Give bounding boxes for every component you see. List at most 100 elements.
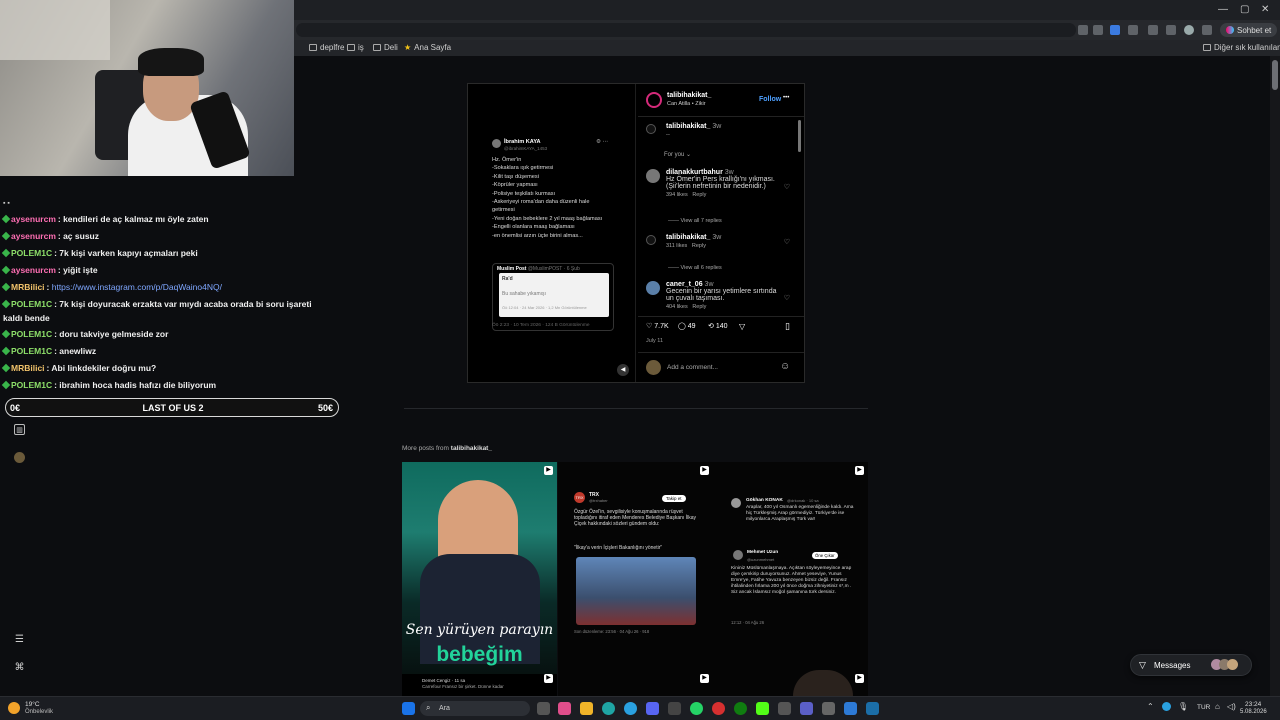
post-media[interactable]: İbrahim KAYA @ibrahimKAYA_1453 ⚙ ⋯ Hz. Ö… bbox=[468, 84, 636, 382]
volume-icon[interactable]: ◁) bbox=[1227, 702, 1236, 711]
start-icon[interactable] bbox=[402, 702, 415, 715]
microphone-icon[interactable]: 🎙 bbox=[1178, 702, 1188, 711]
app-icon[interactable] bbox=[558, 702, 571, 715]
quote-image-title: Ra'd bbox=[502, 276, 513, 282]
divider bbox=[638, 352, 804, 353]
webcam-headphones bbox=[138, 48, 204, 76]
minimize-button[interactable]: — bbox=[1218, 4, 1228, 15]
discord-icon[interactable] bbox=[646, 702, 659, 715]
comment-avatar[interactable] bbox=[646, 235, 656, 245]
maximize-button[interactable]: ▢ bbox=[1240, 4, 1249, 15]
app-icon[interactable] bbox=[668, 702, 681, 715]
folder-icon bbox=[347, 44, 355, 51]
search-label: Ara bbox=[439, 705, 450, 712]
share-icon[interactable]: ▽ bbox=[739, 322, 745, 331]
more-posts-user[interactable]: talibihakikat_ bbox=[451, 445, 492, 452]
comment-avatar[interactable] bbox=[646, 281, 660, 295]
comments-scrollbar[interactable] bbox=[798, 120, 801, 152]
for-you-dropdown[interactable]: For you ⌄ bbox=[664, 151, 691, 158]
tray-app-icon[interactable] bbox=[1162, 702, 1171, 711]
app-icon[interactable] bbox=[844, 702, 857, 715]
sidebar-avatar-icon[interactable] bbox=[14, 452, 25, 463]
post-tile[interactable]: Sen yürüyen parayın bebeğim Demet Cengiz… bbox=[402, 462, 557, 696]
post-audio[interactable]: Can Atilla • Zikir bbox=[667, 101, 706, 107]
close-button[interactable]: ✕ bbox=[1261, 4, 1269, 15]
tweet-author-name: İbrahim KAYA bbox=[504, 139, 541, 145]
follow-button[interactable]: Follow bbox=[759, 96, 781, 103]
page-scrollbar[interactable] bbox=[1270, 56, 1280, 696]
weather-temp[interactable]: 19°C bbox=[25, 701, 40, 708]
bookmark-icon[interactable]: ▯ bbox=[785, 321, 790, 332]
weather-icon[interactable] bbox=[8, 702, 20, 714]
bookmark-ana-sayfa[interactable]: ★ Ana Sayfa bbox=[404, 43, 451, 52]
telegram-icon[interactable] bbox=[624, 702, 637, 715]
language-indicator[interactable]: TUR bbox=[1197, 704, 1210, 711]
like-comment-icon[interactable]: ♡ bbox=[784, 294, 790, 302]
scrollbar-thumb[interactable] bbox=[1272, 60, 1278, 90]
refresh-icon[interactable] bbox=[1128, 25, 1138, 35]
whatsapp-icon[interactable] bbox=[690, 702, 703, 715]
view-replies-button[interactable]: —— View all 6 replies bbox=[668, 265, 722, 271]
chat-link[interactable]: https://www.instagram.com/p/DaqWaino4NQ/ bbox=[52, 282, 222, 292]
more-menu-icon[interactable] bbox=[1202, 25, 1212, 35]
bookmark-label: deplfre bbox=[320, 43, 345, 52]
kick-icon[interactable] bbox=[756, 702, 769, 715]
post-tile[interactable]: TRX TRX @trxhaber Takip et Özgür Özel'in… bbox=[558, 462, 713, 696]
view-replies-button[interactable]: —— View all 7 replies bbox=[668, 218, 722, 224]
like-button[interactable]: ♡ 7.7K bbox=[646, 322, 669, 330]
teams-icon[interactable] bbox=[800, 702, 813, 715]
reply-button[interactable]: Reply bbox=[692, 304, 706, 310]
reply-button[interactable]: Reply bbox=[692, 192, 706, 198]
post-author[interactable]: talibihakikat_ bbox=[667, 92, 711, 99]
chat-line: POLEM1C: 7k kişi doyuracak erzakta var m… bbox=[1, 299, 312, 309]
like-comment-icon[interactable]: ♡ bbox=[784, 183, 790, 191]
clock-date[interactable]: 5.08.2026 bbox=[1240, 709, 1267, 715]
obs-icon[interactable] bbox=[712, 702, 725, 715]
xbox-icon[interactable] bbox=[734, 702, 747, 715]
copilot-chat-button[interactable]: Sohbet et bbox=[1220, 23, 1278, 37]
comment-button[interactable]: ◯ 49 bbox=[678, 322, 696, 330]
messages-button[interactable]: ▽ Messages bbox=[1130, 654, 1252, 676]
like-comment-icon[interactable]: ♡ bbox=[784, 238, 790, 246]
favorites-icon[interactable] bbox=[1166, 25, 1176, 35]
post-tile[interactable]: Gökhan KONAK @drkonak · 10 sa Araplar, 4… bbox=[713, 462, 868, 696]
add-comment-input[interactable]: Add a comment... bbox=[667, 364, 718, 371]
network-icon[interactable]: ⌂ bbox=[1215, 702, 1220, 711]
bookmark-label: iş bbox=[358, 43, 364, 52]
favorite-star-icon[interactable] bbox=[1093, 25, 1103, 35]
reply-button[interactable]: Reply bbox=[692, 243, 706, 249]
steam-icon[interactable] bbox=[866, 702, 879, 715]
profile-avatar-icon[interactable] bbox=[1184, 25, 1194, 35]
menu-icon[interactable]: ☰ bbox=[14, 634, 25, 645]
edge-icon[interactable] bbox=[602, 702, 615, 715]
author-avatar[interactable] bbox=[646, 92, 662, 108]
repost-button[interactable]: ⟲ 140 bbox=[708, 322, 728, 330]
address-bar[interactable] bbox=[296, 23, 1076, 37]
stats-icon[interactable]: ▥ bbox=[14, 424, 25, 435]
bookmark-deplfre[interactable]: deplfre bbox=[309, 43, 344, 52]
extension-icon[interactable] bbox=[1110, 25, 1120, 35]
weather-text[interactable]: Önbelevlik bbox=[25, 709, 53, 715]
quote-image: Ra'd Bu sahabe yıkamışı Öö 12:04 · 24 Ma… bbox=[499, 273, 609, 317]
donation-goal-bar: 0€ LAST OF US 2 50€ bbox=[5, 398, 339, 417]
apps-icon[interactable] bbox=[1078, 25, 1088, 35]
clock-time[interactable]: 23:24 bbox=[1245, 701, 1261, 708]
sitemap-icon[interactable]: ⌘ bbox=[14, 662, 25, 673]
app-icon[interactable] bbox=[778, 702, 791, 715]
emoji-icon[interactable]: ☺ bbox=[780, 361, 790, 372]
search-box[interactable]: ⌕ Ara bbox=[420, 701, 530, 716]
more-options-icon[interactable]: ••• bbox=[783, 95, 789, 101]
app-icon[interactable] bbox=[822, 702, 835, 715]
tray-chevron-icon[interactable]: ⌃ bbox=[1147, 702, 1154, 711]
bookmark-is[interactable]: iş bbox=[347, 43, 364, 52]
chat-line: POLEM1C: anewliwz bbox=[1, 346, 96, 356]
split-screen-icon[interactable] bbox=[1148, 25, 1158, 35]
bookmark-other-favorites[interactable]: Diğer sık kullanılanlar bbox=[1203, 43, 1280, 52]
file-explorer-icon[interactable] bbox=[580, 702, 593, 715]
chat-username: POLEM1C bbox=[11, 248, 53, 258]
goal-target: 50€ bbox=[317, 403, 333, 413]
mute-icon[interactable]: ◀ bbox=[617, 364, 629, 376]
bookmark-deli[interactable]: Deli bbox=[373, 43, 398, 52]
comment-avatar[interactable] bbox=[646, 169, 660, 183]
task-view-icon[interactable] bbox=[537, 702, 550, 715]
